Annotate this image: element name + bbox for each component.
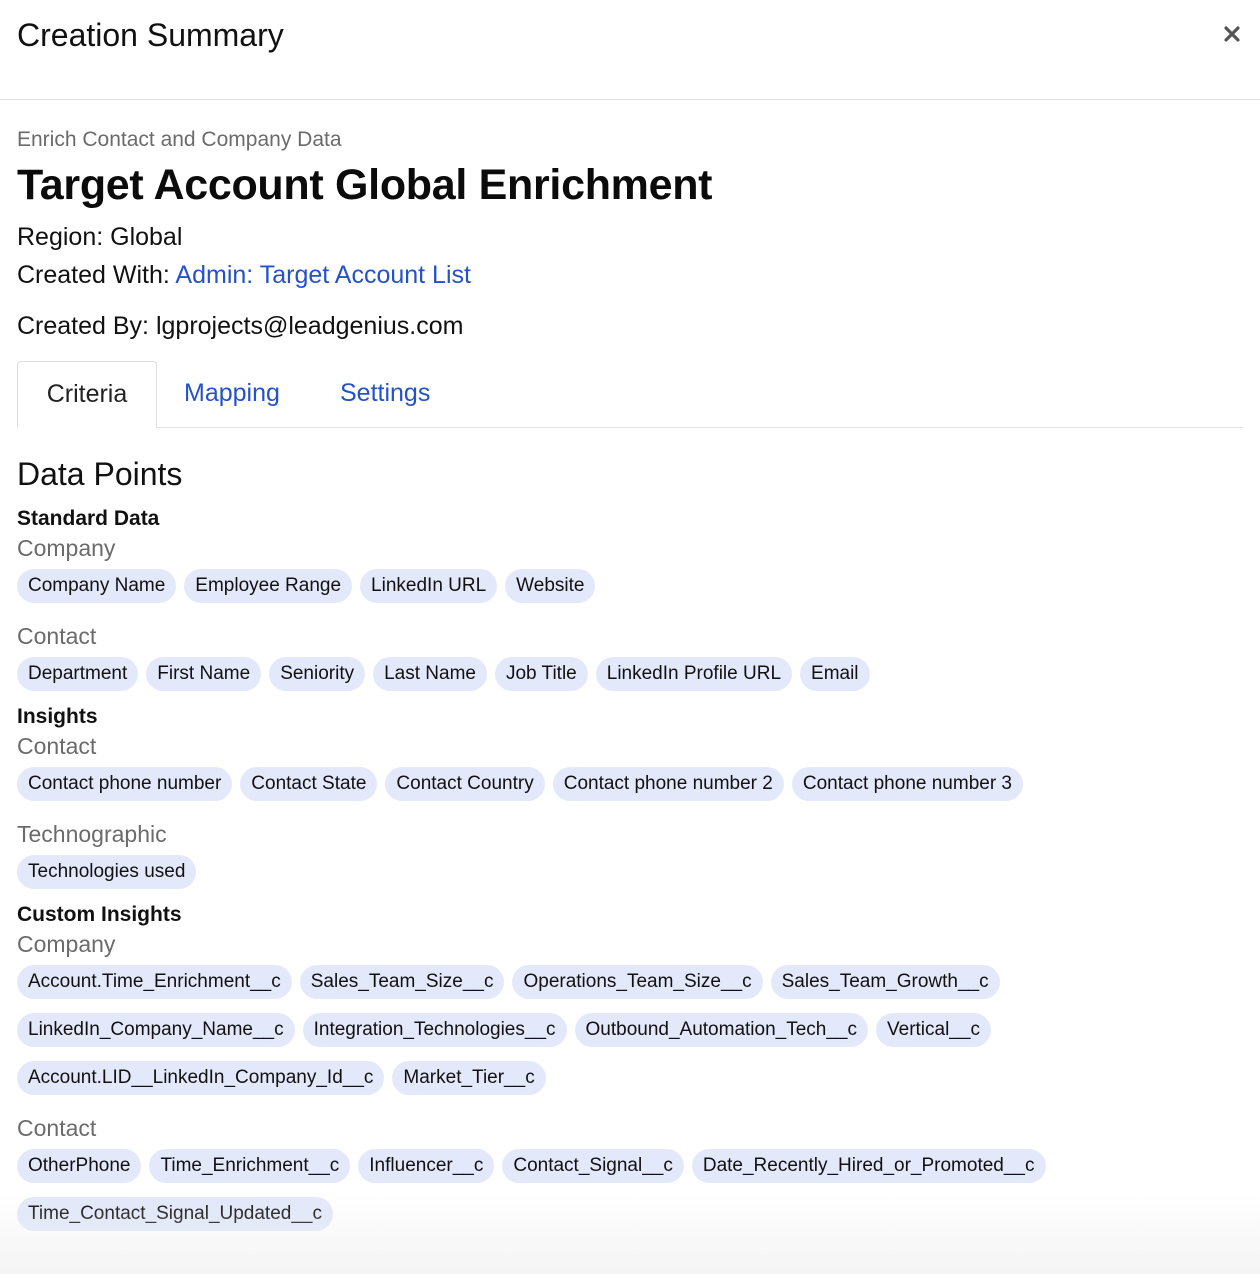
custom-insights-heading: Custom Insights: [17, 903, 182, 926]
data-point-chip: LinkedIn Profile URL: [595, 657, 793, 691]
data-point-chip: Sales_Team_Size__c: [299, 965, 505, 999]
data-point-chip: Market_Tier__c: [392, 1061, 546, 1095]
standard-data-heading: Standard Data: [17, 507, 160, 530]
data-point-chip: Contact_Signal__c: [502, 1149, 684, 1183]
standard-contact-chips: Department First Name Seniority Last Name Jo…: [17, 657, 1243, 691]
created-by-label: Created By:: [17, 312, 150, 340]
data-point-chip: Last Name: [373, 657, 487, 691]
data-point-chip: Employee Range: [184, 569, 353, 603]
insights-contact-label: Contact: [17, 733, 97, 759]
custom-contact-chips: OtherPhone Time_Enrichment__c Influencer__…: [17, 1149, 1243, 1231]
data-point-chip: Contact State: [240, 767, 378, 801]
data-point-chip: LinkedIn_Company_Name__c: [17, 1013, 295, 1047]
data-point-chip: Department: [17, 657, 139, 691]
data-point-chip: Website: [505, 569, 596, 603]
standard-company-chips: Company Name Employee Range LinkedIn URL We…: [17, 569, 1243, 603]
created-with-label: Created With:: [17, 261, 170, 289]
data-point-chip: Technologies used: [17, 855, 197, 889]
data-point-chip: Influencer__c: [358, 1149, 495, 1183]
data-point-chip: Vertical__c: [876, 1013, 991, 1047]
tab-criteria[interactable]: Criteria: [17, 361, 157, 428]
data-point-chip: Integration_Technologies__c: [302, 1013, 567, 1047]
data-point-chip: Sales_Team_Growth__c: [770, 965, 1000, 999]
standard-company-label: Company: [17, 535, 116, 561]
close-button[interactable]: [1220, 22, 1244, 46]
modal-title: Creation Summary: [17, 17, 284, 53]
data-point-chip: Time_Enrichment__c: [149, 1149, 351, 1183]
tab-bar: Criteria Mapping Settings: [17, 361, 1243, 428]
close-icon[interactable]: [1224, 26, 1240, 42]
data-point-chip: LinkedIn URL: [360, 569, 498, 603]
region-value: Global: [110, 223, 183, 251]
data-point-chip: Contact phone number: [17, 767, 233, 801]
data-point-chip: Job Title: [494, 657, 588, 691]
data-point-chip: Contact phone number 3: [791, 767, 1023, 801]
data-point-chip: Operations_Team_Size__c: [512, 965, 763, 999]
custom-company-label: Company: [17, 931, 116, 957]
insights-technographic-label: Technographic: [17, 821, 167, 847]
data-points-heading: Data Points: [17, 456, 183, 492]
created-by-value: lgprojects@leadgenius.com: [155, 312, 464, 340]
custom-company-chips: Account.Time_Enrichment__c Sales_Team_Siz…: [17, 965, 1243, 1095]
page-title: Target Account Global Enrichment: [17, 161, 713, 209]
data-point-chip: Seniority: [269, 657, 366, 691]
modal-body: Enrich Contact and Company Data Target A…: [17, 100, 1243, 1231]
data-point-chip: Outbound_Automation_Tech__c: [574, 1013, 868, 1047]
data-point-chip: Account.Time_Enrichment__c: [17, 965, 292, 999]
created-by-row: Created By: lgprojects@leadgenius.com: [17, 307, 1243, 345]
tab-settings[interactable]: Settings: [340, 361, 430, 426]
region-row: Region: Global: [17, 218, 1243, 256]
modal-header: Creation Summary: [0, 0, 1260, 100]
data-point-chip: OtherPhone: [17, 1149, 142, 1183]
insights-heading: Insights: [17, 705, 98, 728]
custom-contact-label: Contact: [17, 1115, 97, 1141]
data-point-chip: Email: [800, 657, 870, 691]
workflow-category: Enrich Contact and Company Data: [17, 128, 342, 151]
created-with-row: Created With: Admin: Target Account List: [17, 256, 1243, 294]
data-point-chip: Date_Recently_Hired_or_Promoted__c: [691, 1149, 1046, 1183]
tab-mapping[interactable]: Mapping: [184, 361, 280, 426]
data-point-chip: Contact Country: [385, 767, 545, 801]
data-point-chip: First Name: [146, 657, 262, 691]
data-point-chip: Account.LID__LinkedIn_Company_Id__c: [17, 1061, 385, 1095]
standard-contact-label: Contact: [17, 623, 97, 649]
insights-technographic-chips: Technologies used: [17, 855, 1243, 889]
data-point-chip: Company Name: [17, 569, 177, 603]
insights-contact-chips: Contact phone number Contact State Contact…: [17, 767, 1243, 801]
region-label: Region:: [17, 223, 104, 251]
data-point-chip: Time_Contact_Signal_Updated__c: [17, 1197, 333, 1231]
data-point-chip: Contact phone number 2: [552, 767, 784, 801]
created-with-link[interactable]: Admin: Target Account List: [175, 261, 471, 289]
